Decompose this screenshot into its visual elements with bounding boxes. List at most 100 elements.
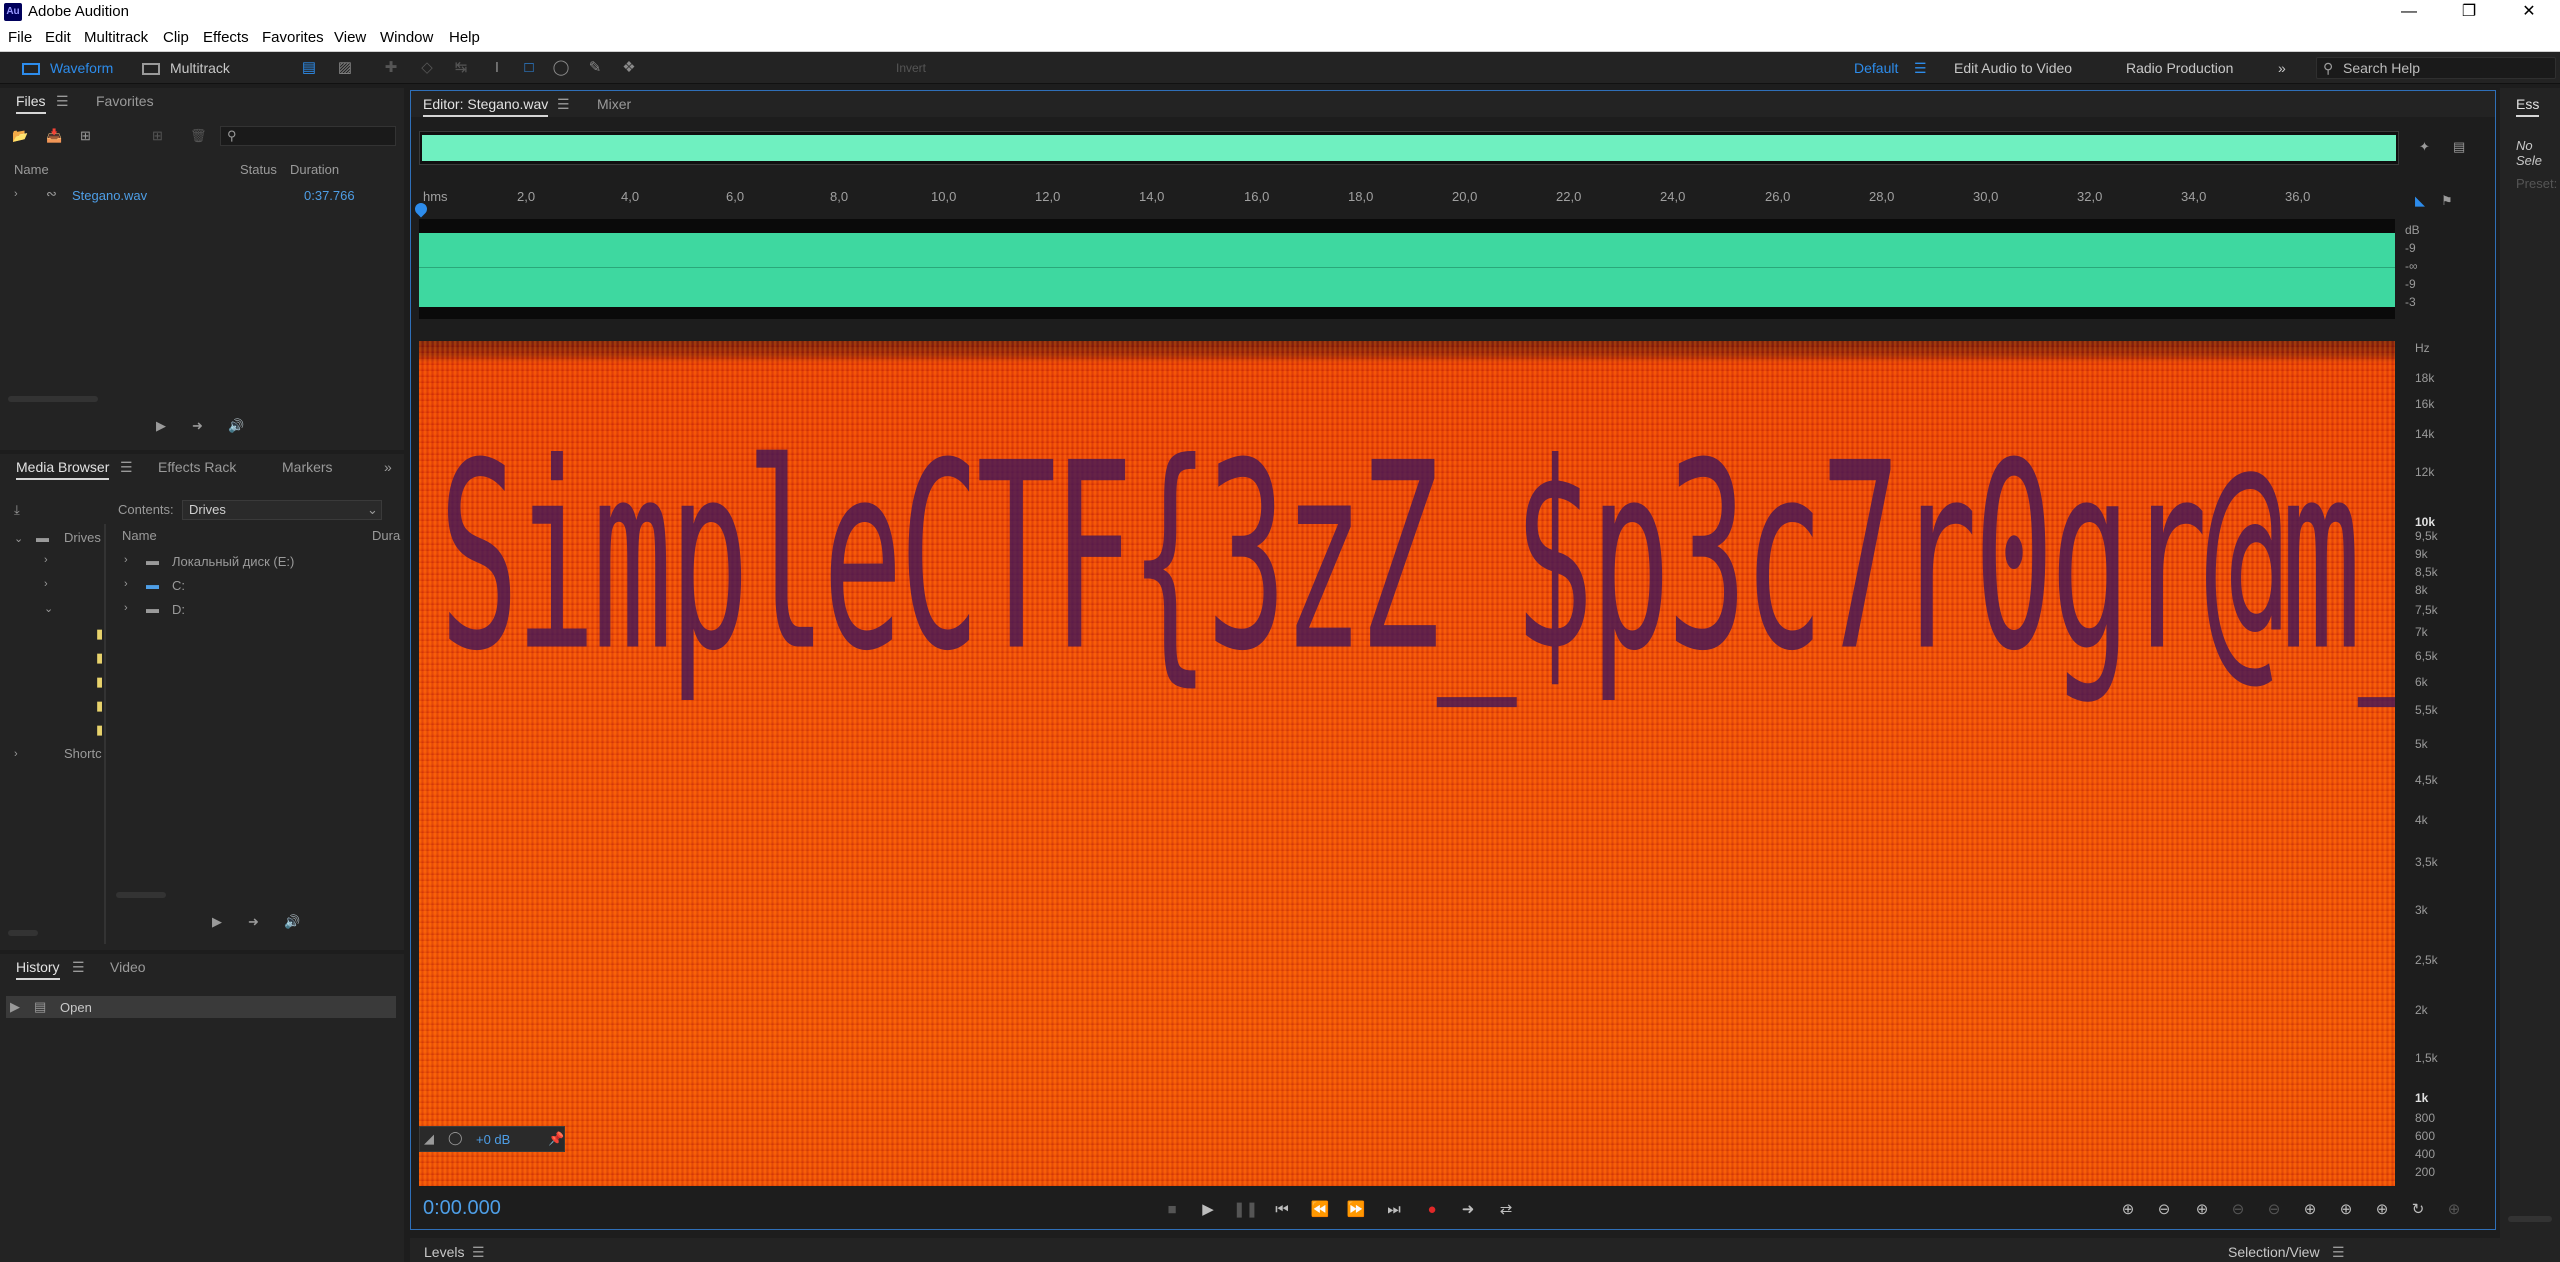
column-name[interactable]: Name [122, 528, 157, 543]
waveform-view-button[interactable]: Waveform [22, 56, 113, 80]
selection-view-menu-icon[interactable]: ☰ [2332, 1244, 2345, 1261]
record-icon[interactable]: ● [1421, 1199, 1443, 1221]
import-file-icon[interactable]: 📥 [46, 128, 62, 144]
tree-shortcuts[interactable]: Shortc [64, 746, 102, 761]
skip-to-start-icon[interactable]: ⏮ [1271, 1199, 1293, 1221]
new-file-icon[interactable]: ⊞ [80, 128, 91, 144]
tab-mixer[interactable]: Mixer [597, 96, 631, 112]
levels-menu-icon[interactable]: ☰ [472, 1244, 485, 1261]
menu-file[interactable]: File [8, 29, 32, 46]
brush-tool-icon[interactable]: ✎ [586, 59, 604, 77]
editor-menu-icon[interactable]: ☰ [557, 96, 570, 113]
files-panel-menu-icon[interactable]: ☰ [56, 93, 69, 110]
workspace-edit-audio-to-video[interactable]: Edit Audio to Video [1954, 56, 2072, 80]
horizontal-scrollbar[interactable] [116, 892, 166, 898]
search-help-input[interactable]: ⚲ Search Help [2316, 57, 2556, 79]
timecode-display[interactable]: 0:00.000 [423, 1197, 501, 1220]
column-name[interactable]: Name [14, 162, 49, 177]
zoom-in-amplitude-icon[interactable]: ⊕ [2117, 1199, 2139, 1221]
tab-editor[interactable]: Editor: Stegano.wav [423, 96, 549, 117]
menu-clip[interactable]: Clip [163, 29, 189, 46]
zoom-out-full-icon[interactable]: ⊖ [2263, 1199, 2285, 1221]
import-icon[interactable]: ⤓ [14, 502, 20, 518]
chevron-right-icon[interactable]: › [124, 578, 128, 590]
pause-icon[interactable]: ❚❚ [1233, 1199, 1258, 1221]
rewind-icon[interactable]: ⏪ [1309, 1199, 1331, 1221]
loop-icon[interactable]: ➜ [1457, 1199, 1479, 1221]
more-panels-icon[interactable]: » [384, 459, 392, 475]
zoom-out-time-icon[interactable]: ⊖ [2227, 1199, 2249, 1221]
media-browser-menu-icon[interactable]: ☰ [120, 459, 133, 476]
close-button[interactable]: ✕ [2500, 0, 2558, 24]
chevron-right-icon[interactable]: › [44, 554, 48, 566]
move-tool-icon[interactable]: ✚ [382, 59, 400, 77]
files-search-input[interactable]: ⚲ [220, 126, 396, 146]
maximize-button[interactable]: ❐ [2440, 0, 2498, 24]
menu-view[interactable]: View [334, 29, 366, 46]
waveform-display[interactable] [419, 219, 2395, 319]
chevron-right-icon[interactable]: › [124, 602, 128, 614]
history-panel-menu-icon[interactable]: ☰ [72, 959, 85, 976]
tab-history[interactable]: History [16, 959, 60, 980]
autoplay-speaker-icon[interactable]: 🔊 [284, 914, 300, 930]
spectral-pitch-icon[interactable]: ▨ [336, 59, 354, 77]
menu-effects[interactable]: Effects [203, 29, 249, 46]
tab-essential-sound[interactable]: Ess [2516, 96, 2540, 117]
horizontal-scrollbar[interactable] [8, 396, 98, 402]
tab-markers[interactable]: Markers [282, 459, 333, 475]
pin-icon[interactable]: 📌 [548, 1131, 564, 1147]
history-item[interactable]: ▶ ▤ Open [6, 996, 396, 1018]
time-selection-tool-icon[interactable]: I [488, 59, 506, 77]
invert-button[interactable]: Invert [896, 56, 926, 80]
play-icon[interactable]: ▶ [1197, 1199, 1219, 1221]
hud-volume[interactable]: ◢ ◯ +0 dB 📌 [419, 1126, 565, 1152]
marker-pin-icon[interactable]: ⚑ [2441, 193, 2453, 209]
horizontal-scrollbar[interactable] [2508, 1216, 2552, 1222]
spot-healing-tool-icon[interactable]: ❖ [620, 59, 638, 77]
column-duration[interactable]: Duration [290, 162, 339, 177]
play-icon[interactable]: ▶ [156, 418, 166, 434]
column-status[interactable]: Status [240, 162, 277, 177]
zoom-in-time-icon[interactable]: ⊕ [2191, 1199, 2213, 1221]
fast-forward-icon[interactable]: ⏩ [1345, 1199, 1367, 1221]
play-icon[interactable]: ▶ [212, 914, 222, 930]
pane-divider[interactable] [104, 524, 106, 944]
tab-media-browser[interactable]: Media Browser [16, 459, 110, 480]
chevron-down-icon[interactable]: ⌄ [14, 532, 23, 545]
tab-effects-rack[interactable]: Effects Rack [158, 459, 236, 475]
tab-video[interactable]: Video [110, 959, 146, 975]
zoom-history-icon[interactable]: ⊕ [2443, 1199, 2465, 1221]
chevron-right-icon[interactable]: › [14, 748, 18, 760]
menu-favorites[interactable]: Favorites [262, 29, 324, 46]
tab-files[interactable]: Files [16, 93, 46, 114]
workspace-radio-production[interactable]: Radio Production [2126, 56, 2233, 80]
lasso-tool-icon[interactable]: ◯ [552, 59, 570, 77]
skip-to-end-icon[interactable]: ⏭ [1383, 1199, 1405, 1221]
contents-dropdown[interactable]: Drives ⌄ [182, 500, 382, 520]
column-duration[interactable]: Dura [372, 528, 400, 543]
list-item[interactable]: › ▬ C: [110, 574, 400, 596]
insert-into-multitrack-icon[interactable]: ⊞ [152, 128, 163, 144]
menu-window[interactable]: Window [380, 29, 433, 46]
export-icon[interactable]: ➜ [192, 418, 203, 434]
menu-help[interactable]: Help [449, 29, 480, 46]
stop-icon[interactable]: ■ [1161, 1199, 1183, 1221]
tab-selection-view[interactable]: Selection/View [2228, 1244, 2320, 1260]
autoplay-speaker-icon[interactable]: 🔊 [228, 418, 244, 434]
chevron-right-icon[interactable]: › [44, 578, 48, 590]
list-item[interactable]: › ▬ Локальный диск (E:) [110, 550, 400, 572]
skip-selection-icon[interactable]: ⇄ [1495, 1199, 1517, 1221]
slip-tool-icon[interactable]: ↹ [452, 59, 470, 77]
menu-edit[interactable]: Edit [45, 29, 71, 46]
zoom-to-selection-icon[interactable]: ✦ [2419, 139, 2430, 155]
tab-favorites[interactable]: Favorites [96, 93, 154, 109]
volume-knob-icon[interactable]: ◯ [448, 1130, 463, 1146]
more-workspaces-icon[interactable]: » [2278, 56, 2286, 80]
workspace-default[interactable]: Default [1854, 56, 1898, 80]
marquee-tool-icon[interactable]: □ [520, 59, 538, 77]
chevron-right-icon[interactable]: › [14, 188, 18, 200]
workspace-menu-icon[interactable]: ☰ [1914, 56, 1927, 80]
zoom-out-amplitude-icon[interactable]: ⊖ [2153, 1199, 2175, 1221]
tree-drives[interactable]: Drives [64, 530, 101, 545]
tab-levels[interactable]: Levels [424, 1244, 464, 1260]
